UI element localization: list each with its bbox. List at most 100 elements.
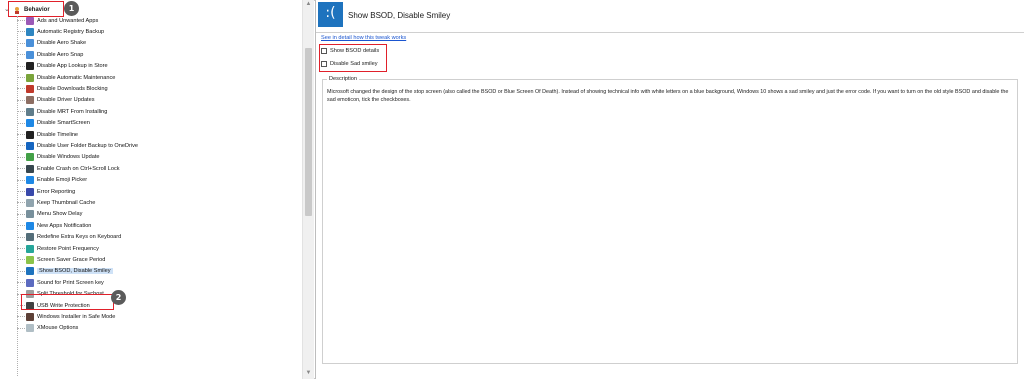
tree-item[interactable]: Enable Emoji Picker (17, 176, 87, 185)
tweak-icon (26, 73, 34, 82)
tree-item[interactable]: Disable Windows Update (17, 153, 100, 162)
highlight-box-behavior (8, 1, 64, 17)
page-title: Show BSOD, Disable Smiley (348, 11, 451, 20)
tree-item-label: Ads and Unwanted Apps (37, 17, 99, 24)
tweak-icon (26, 27, 34, 36)
tree-item-label: Disable Aero Shake (37, 40, 87, 47)
tree-scrollbar[interactable]: ▲ ▼ (302, 0, 314, 379)
tree-item-label: Disable User Folder Backup to OneDrive (37, 142, 139, 149)
tree-item-label: XMouse Options (37, 325, 79, 332)
tree-item-label: New Apps Notification (37, 222, 92, 229)
tweak-icon (26, 210, 34, 219)
tree-connector (17, 20, 25, 21)
tree-item[interactable]: Windows Installer in Safe Mode (17, 312, 115, 321)
tweak-icon (26, 324, 34, 333)
tree-connector (17, 191, 25, 192)
tree-item[interactable]: Disable MRT From Installing (17, 107, 107, 116)
tweak-icon (26, 198, 34, 207)
tree-item-label: Enable Crash on Ctrl+Scroll Lock (37, 165, 120, 172)
tree-item-label: Keep Thumbnail Cache (37, 199, 96, 206)
tweak-icon (26, 16, 34, 25)
tree-item[interactable]: XMouse Options (17, 324, 78, 333)
step-badge-2: 2 (111, 290, 126, 305)
tree-item[interactable]: New Apps Notification (17, 221, 91, 230)
tweak-icon (26, 255, 34, 264)
tree-item[interactable]: Disable Driver Updates (17, 96, 95, 105)
tree-item[interactable]: Disable Automatic Maintenance (17, 73, 115, 82)
tree-item[interactable]: Menu Show Delay (17, 210, 82, 219)
tweak-tree-panel: ⌄ Behavior Ads and Unwanted Apps Automati… (0, 0, 314, 379)
scroll-up-arrow-icon[interactable]: ▲ (305, 1, 312, 8)
tree-item-label: Menu Show Delay (37, 211, 83, 218)
tweak-icon (26, 141, 34, 150)
tree-connector (17, 31, 25, 33)
scrollbar-thumb[interactable] (305, 48, 312, 216)
tree-item[interactable]: Disable Aero Shake (17, 39, 86, 48)
tweak-icon (26, 278, 34, 287)
tree-item[interactable]: Disable Timeline (17, 130, 78, 139)
tree-connector (17, 54, 25, 56)
tree-item-label: Screen Saver Grace Period (37, 256, 106, 263)
tweak-tree: ⌄ Behavior Ads and Unwanted Apps Automati… (0, 0, 301, 379)
tree-connector (17, 111, 25, 113)
tree-connector (17, 145, 25, 147)
tree-item[interactable]: Disable App Lookup in Store (17, 62, 108, 71)
tree-item[interactable]: Ads and Unwanted Apps (17, 16, 98, 25)
tree-item[interactable]: Enable Crash on Ctrl+Scroll Lock (17, 164, 120, 173)
scroll-down-arrow-icon[interactable]: ▼ (305, 370, 312, 377)
see-detail-link[interactable]: See in detail how this tweak works (321, 35, 406, 41)
tree-connector (17, 179, 25, 181)
tree-connector (17, 248, 25, 249)
sad-smiley-icon: :( (318, 2, 343, 27)
tree-connector (17, 134, 25, 135)
tree-connector (17, 202, 25, 204)
step-badge-1: 1 (64, 1, 79, 16)
tweak-icon (26, 62, 34, 71)
tree-connector (17, 282, 25, 284)
tree-item-label: Disable App Lookup in Store (37, 63, 108, 70)
tree-item[interactable]: Disable SmartScreen (17, 119, 90, 128)
tweak-detail-panel: :( Show BSOD, Disable Smiley See in deta… (315, 0, 1024, 379)
tree-item-label: Error Reporting (37, 188, 76, 195)
tweak-icon (26, 267, 34, 276)
tweak-icon (26, 119, 34, 128)
tree-connector (17, 316, 25, 318)
tree-item[interactable]: Sound for Print Screen key (17, 278, 104, 287)
tree-item-label: Disable Aero Snap (37, 51, 84, 58)
tree-item[interactable]: Automatic Registry Backup (17, 27, 104, 36)
tweak-icon (26, 130, 34, 139)
tree-item[interactable]: Keep Thumbnail Cache (17, 198, 95, 207)
tree-item-label: Show BSOD, Disable Smiley (37, 268, 113, 275)
tree-item[interactable]: Disable User Folder Backup to OneDrive (17, 141, 138, 150)
tweak-icon (26, 164, 34, 173)
tree-connector (17, 65, 25, 67)
tree-connector (17, 156, 25, 158)
tweak-icon (26, 39, 34, 48)
tweak-icon (26, 244, 34, 253)
tree-item-label: Disable Windows Update (37, 154, 100, 161)
description-label: Description (327, 76, 359, 82)
tree-connector (17, 168, 25, 170)
tree-item[interactable]: Show BSOD, Disable Smiley (17, 267, 113, 276)
tree-item[interactable]: Error Reporting (17, 187, 75, 196)
tree-connector (17, 99, 25, 101)
tweak-icon (26, 107, 34, 116)
tweak-icon (26, 187, 34, 196)
tree-item[interactable]: Disable Aero Snap (17, 50, 83, 59)
tree-item-label: Disable MRT From Installing (37, 108, 108, 115)
tree-item[interactable]: Restore Point Frequency (17, 244, 99, 253)
tree-item-label: Automatic Registry Backup (37, 28, 105, 35)
tree-item-label: Disable Downloads Blocking (37, 85, 108, 92)
tree-item-label: Disable Timeline (37, 131, 79, 138)
tree-item-label: Enable Emoji Picker (37, 177, 88, 184)
description-group: Description Microsoft changed the design… (322, 76, 1018, 364)
tree-connector (17, 213, 25, 215)
tree-item[interactable]: Disable Downloads Blocking (17, 84, 108, 93)
tree-item[interactable]: Screen Saver Grace Period (17, 255, 105, 264)
tree-item[interactable]: Redefine Extra Keys on Keyboard (17, 233, 121, 242)
tree-connector (17, 236, 25, 238)
tree-item-label: Disable SmartScreen (37, 120, 90, 127)
tree-connector (17, 225, 25, 227)
tweak-icon (26, 312, 34, 321)
tweak-icon (26, 96, 34, 105)
